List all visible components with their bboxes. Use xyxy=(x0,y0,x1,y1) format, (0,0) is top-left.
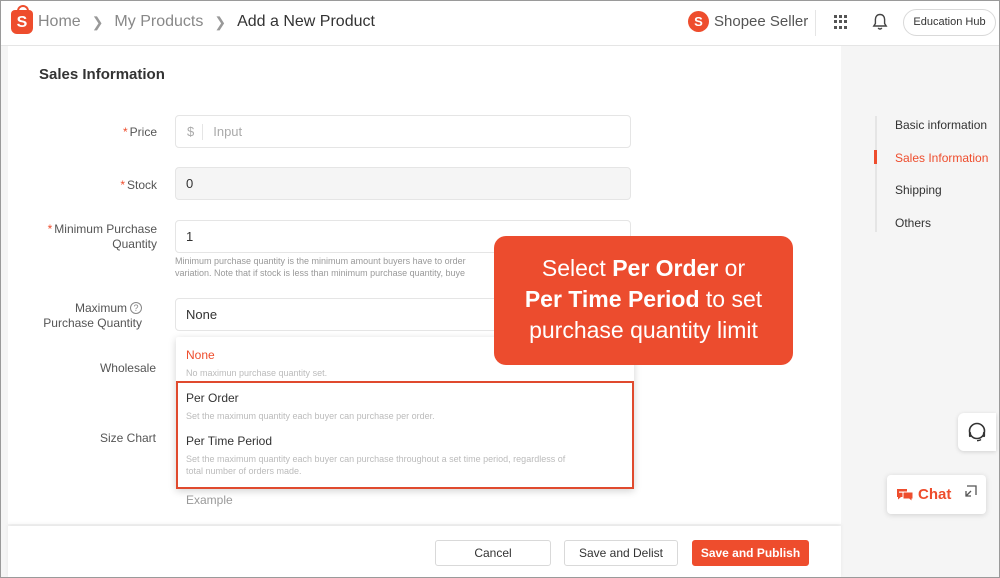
shopee-logo-icon[interactable]: S xyxy=(11,5,33,34)
shopee-bag-icon: S xyxy=(688,11,709,32)
stock-label: * Stock xyxy=(120,178,157,192)
min-qty-label: * Minimum Purchase Quantity xyxy=(47,222,157,251)
wholesale-label: Wholesale xyxy=(99,361,156,375)
divider xyxy=(815,10,816,36)
bell-icon[interactable] xyxy=(872,13,888,36)
side-nav-sales-information[interactable]: Sales Information xyxy=(895,151,988,165)
section-title: Sales Information xyxy=(39,66,165,83)
side-nav-others[interactable]: Others xyxy=(895,216,931,230)
support-button[interactable] xyxy=(958,413,996,451)
stock-input[interactable]: 0 xyxy=(175,167,631,200)
size-chart-label: Size Chart xyxy=(99,431,156,445)
side-nav-basic-information[interactable]: Basic information xyxy=(895,118,987,132)
min-qty-value: 1 xyxy=(186,229,194,244)
option-per-order[interactable]: Per Order Set the maximum quantity each … xyxy=(186,391,435,422)
breadcrumb-home[interactable]: Home xyxy=(38,13,81,31)
chevron-right-icon: ❯ xyxy=(214,13,227,30)
help-circle-icon[interactable]: ? xyxy=(130,302,142,314)
max-qty-value: None xyxy=(186,307,218,322)
top-bar: S Home ❯ My Products ❯ Add a New Product… xyxy=(0,0,1000,46)
option-per-time-period[interactable]: Per Time Period Set the maximum quantity… xyxy=(186,434,565,477)
minimize-icon[interactable] xyxy=(965,485,977,497)
side-nav-active-marker xyxy=(874,150,877,164)
price-input[interactable]: $ Input xyxy=(175,115,631,148)
chat-button[interactable]: Chat xyxy=(887,475,986,514)
breadcrumb: Home ❯ My Products ❯ Add a New Product xyxy=(38,13,375,31)
price-placeholder: Input xyxy=(213,124,243,139)
chevron-right-icon: ❯ xyxy=(91,13,104,30)
chat-icon xyxy=(897,488,914,503)
shopee-seller-brand: S Shopee Seller xyxy=(688,11,808,32)
action-bar: Cancel Save and Delist Save and Publish xyxy=(8,526,841,578)
stock-value: 0 xyxy=(186,176,194,191)
max-qty-label: Maximum? Purchase Quantity xyxy=(43,301,142,330)
chat-label: Chat xyxy=(918,486,952,503)
currency-prefix: $ xyxy=(176,123,204,140)
side-nav-shipping[interactable]: Shipping xyxy=(895,183,942,197)
education-hub-button[interactable]: Education Hub xyxy=(903,9,996,36)
headset-icon xyxy=(968,422,986,442)
example-link[interactable]: Example xyxy=(186,493,233,507)
apps-grid-icon[interactable] xyxy=(834,15,848,29)
side-nav-track xyxy=(875,116,877,232)
save-publish-button[interactable]: Save and Publish xyxy=(692,540,809,566)
instruction-callout: Select Per Order or Per Time Period to s… xyxy=(494,236,793,365)
save-delist-button[interactable]: Save and Delist xyxy=(564,540,678,566)
breadcrumb-current: Add a New Product xyxy=(237,13,375,30)
price-label: * Price xyxy=(122,125,157,139)
option-none[interactable]: None No maximun purchase quantity set. xyxy=(186,348,327,379)
breadcrumb-my-products[interactable]: My Products xyxy=(114,13,203,31)
brand-label: Shopee Seller xyxy=(714,13,809,30)
cancel-button[interactable]: Cancel xyxy=(435,540,551,566)
